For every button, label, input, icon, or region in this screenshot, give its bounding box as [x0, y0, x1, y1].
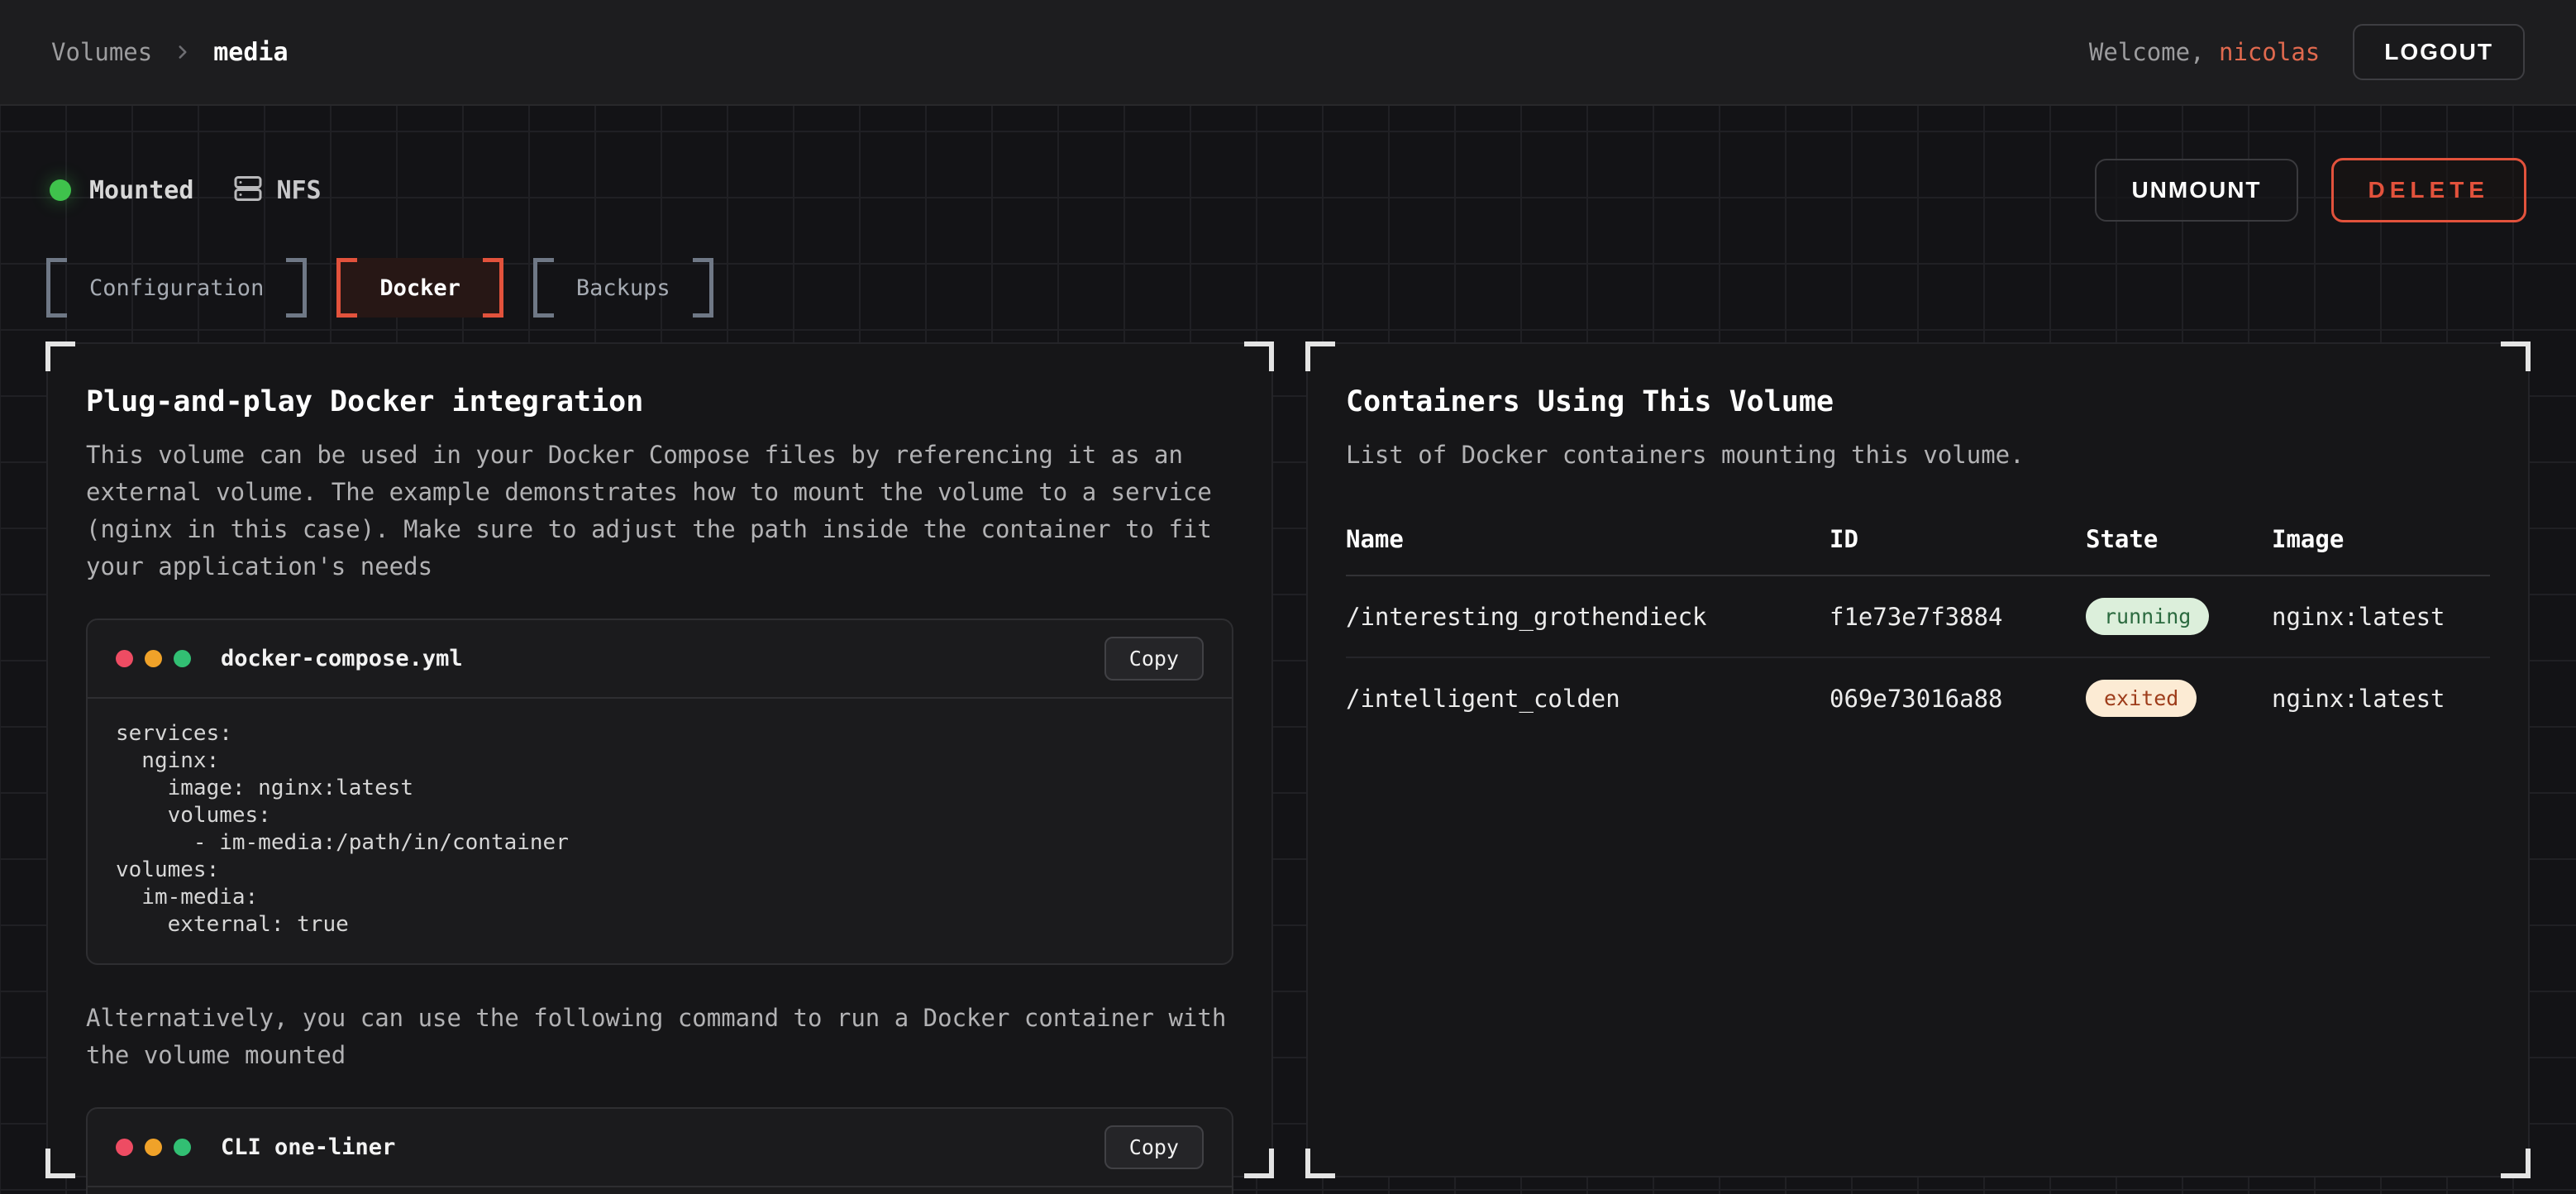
traffic-light-green-icon: [174, 650, 191, 667]
table-row: /interesting_grothendieck f1e73e7f3884 r…: [1346, 576, 2490, 658]
column-header-name: Name: [1346, 525, 1829, 553]
container-image: nginx:latest: [2272, 685, 2490, 713]
cli-code-block: CLI one-liner Copy docker run -v im-medi…: [86, 1107, 1233, 1194]
server-icon: [233, 174, 263, 207]
compose-filename: docker-compose.yml: [221, 646, 463, 671]
tab-backups[interactable]: Backups: [533, 258, 713, 318]
tab-docker[interactable]: Docker: [336, 258, 503, 318]
volume-type-label: NFS: [276, 176, 321, 205]
column-header-state: State: [2086, 525, 2272, 553]
delete-button[interactable]: DELETE: [2331, 158, 2526, 222]
container-id: 069e73016a88: [1829, 685, 2086, 713]
docker-panel-title: Plug-and-play Docker integration: [86, 385, 1233, 418]
container-name: /intelligent_colden: [1346, 685, 1829, 713]
panel-corner-bracket: [45, 1149, 75, 1178]
panel-corner-bracket: [1244, 1149, 1274, 1178]
cli-alt-description: Alternatively, you can use the following…: [86, 1000, 1233, 1074]
table-header-row: Name ID State Image: [1346, 525, 2490, 576]
container-image: nginx:latest: [2272, 603, 2490, 631]
volume-type: NFS: [233, 174, 321, 207]
containers-panel-subtitle: List of Docker containers mounting this …: [1346, 437, 2490, 474]
traffic-light-amber-icon: [145, 650, 162, 667]
panel-corner-bracket: [1305, 1149, 1335, 1178]
panel-corner-bracket: [45, 341, 75, 371]
cli-code-content: docker run -v im-media:/path/in/containe…: [88, 1187, 1232, 1194]
breadcrumb: Volumes media: [51, 38, 289, 67]
mounted-status-dot-icon: [50, 179, 71, 201]
copy-compose-button[interactable]: Copy: [1104, 637, 1204, 681]
traffic-light-amber-icon: [145, 1139, 162, 1156]
state-badge: exited: [2086, 680, 2197, 717]
chevron-right-icon: [172, 41, 193, 63]
main-content: Mounted NFS UNMOUNT DELETE Configuration…: [0, 106, 2576, 1194]
compose-code-block: docker-compose.yml Copy services: nginx:…: [86, 618, 1233, 965]
copy-cli-button[interactable]: Copy: [1104, 1125, 1204, 1169]
panel-corner-bracket: [1244, 341, 1274, 371]
traffic-light-green-icon: [174, 1139, 191, 1156]
column-header-image: Image: [2272, 525, 2490, 553]
mount-status: Mounted: [50, 176, 193, 205]
welcome-text: Welcome, nicolas: [2089, 38, 2320, 66]
column-header-id: ID: [1829, 525, 2086, 553]
traffic-light-red-icon: [116, 1139, 133, 1156]
state-badge: running: [2086, 598, 2209, 635]
cli-filename: CLI one-liner: [221, 1134, 395, 1160]
tab-bar: Configuration Docker Backups: [0, 258, 2576, 318]
docker-panel-description: This volume can be used in your Docker C…: [86, 437, 1233, 585]
username: nicolas: [2219, 38, 2320, 66]
docker-integration-panel: Plug-and-play Docker integration This vo…: [46, 342, 1273, 1177]
panel-corner-bracket: [2501, 341, 2531, 371]
tab-configuration[interactable]: Configuration: [46, 258, 307, 318]
unmount-button[interactable]: UNMOUNT: [2095, 159, 2297, 222]
containers-table: Name ID State Image /interesting_grothen…: [1346, 525, 2490, 738]
top-header-bar: Volumes media Welcome, nicolas LOGOUT: [0, 0, 2576, 106]
logout-button[interactable]: LOGOUT: [2353, 24, 2525, 80]
table-row: /intelligent_colden 069e73016a88 exited …: [1346, 658, 2490, 738]
containers-panel: Containers Using This Volume List of Doc…: [1306, 342, 2530, 1177]
panel-corner-bracket: [1305, 341, 1335, 371]
container-id: f1e73e7f3884: [1829, 603, 2086, 631]
container-name: /interesting_grothendieck: [1346, 603, 1829, 631]
traffic-light-red-icon: [116, 650, 133, 667]
breadcrumb-current-volume: media: [213, 38, 288, 67]
panel-corner-bracket: [2501, 1149, 2531, 1178]
mounted-status-label: Mounted: [89, 176, 193, 205]
containers-panel-title: Containers Using This Volume: [1346, 385, 2490, 418]
compose-code-content: services: nginx: image: nginx:latest vol…: [88, 699, 1232, 963]
breadcrumb-volumes-link[interactable]: Volumes: [51, 38, 152, 66]
